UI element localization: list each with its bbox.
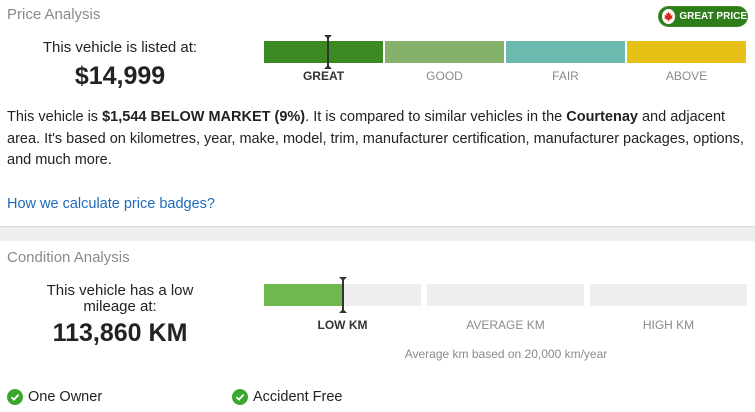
price-analysis-title: Price Analysis <box>7 6 101 23</box>
mileage-band-label: AVERAGE KM <box>466 318 545 332</box>
mileage-value: 113,860 KM <box>52 319 188 347</box>
feature-accident-free: Accident Free <box>232 389 342 405</box>
feature-label: One Owner <box>28 389 103 405</box>
feature-label: Accident Free <box>253 389 343 405</box>
check-circle-icon <box>7 389 23 405</box>
price-description: This vehicle is $1,544 BELOW MARKET (9%)… <box>7 109 744 168</box>
badge-label: GREAT PRICE <box>679 11 747 22</box>
price-band-label: ABOVE <box>665 69 708 83</box>
check-circle-icon <box>232 389 248 405</box>
mileage-band-label: HIGH KM <box>642 318 695 332</box>
price-band-good <box>385 41 504 63</box>
mileage-note: Average km based on 20,000 km/year <box>404 347 608 361</box>
mileage-marker <box>339 277 347 313</box>
condition-analysis-title: Condition Analysis <box>7 249 130 266</box>
mileage-level-fill <box>264 284 343 306</box>
listed-price: $14,999 <box>74 62 166 90</box>
below-market-amount: $1,544 BELOW MARKET (9%) <box>102 109 306 125</box>
great-price-badge: GREAT PRICE <box>658 6 748 27</box>
price-marker <box>324 35 332 69</box>
listed-label: This vehicle is listed at: <box>42 39 198 56</box>
location-name: Courtenay <box>566 109 638 125</box>
mileage-band-track <box>590 284 747 306</box>
price-band-above <box>627 41 746 63</box>
mileage-label: This vehicle has a low mileage at: <box>46 282 194 315</box>
mileage-band-track <box>427 284 584 306</box>
price-band-fair <box>506 41 625 63</box>
maple-leaf-icon <box>662 9 676 24</box>
price-band-label: FAIR <box>552 69 579 83</box>
section-divider <box>0 226 755 241</box>
feature-one-owner: One Owner <box>7 389 102 405</box>
mileage-band-label: LOW KM <box>317 318 368 332</box>
price-badges-link[interactable]: How we calculate price badges? <box>7 196 215 212</box>
price-band-label: GREAT <box>302 69 345 83</box>
price-band-label: GOOD <box>426 69 463 83</box>
